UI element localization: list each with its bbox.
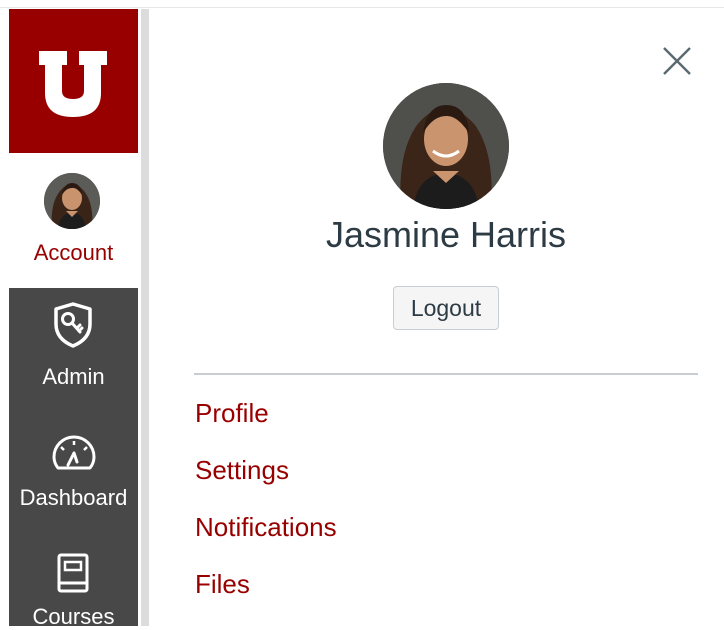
profile-avatar	[383, 83, 509, 209]
left-edge	[0, 8, 9, 626]
book-icon	[54, 553, 92, 600]
notifications-link[interactable]: Notifications	[195, 512, 337, 543]
profile-link[interactable]: Profile	[195, 398, 269, 429]
settings-link[interactable]: Settings	[195, 455, 289, 486]
nav-item-account[interactable]: Account	[9, 153, 138, 288]
nav-item-label: Dashboard	[19, 485, 128, 510]
nav-item-dashboard[interactable]: Dashboard	[9, 424, 138, 534]
block-u-logo-icon	[39, 51, 107, 117]
logout-button[interactable]: Logout	[393, 286, 499, 330]
divider	[194, 373, 698, 375]
nav-item-label: Courses	[32, 604, 115, 629]
speedometer-icon	[52, 435, 96, 476]
nav-item-courses[interactable]: Courses	[9, 547, 138, 629]
close-icon	[663, 47, 691, 75]
top-border	[0, 0, 724, 8]
nav-item-admin[interactable]: Admin	[9, 288, 138, 398]
nav-item-label: Account	[33, 240, 114, 265]
files-link[interactable]: Files	[195, 569, 250, 600]
user-name: Jasmine Harris	[325, 214, 567, 255]
shield-key-icon	[52, 302, 94, 353]
university-logo[interactable]	[9, 9, 138, 153]
global-navigation: Account Admin Dashboard Courses	[9, 9, 138, 629]
avatar	[44, 173, 100, 229]
nav-item-label: Admin	[42, 364, 105, 389]
tray-scrollbar[interactable]	[141, 9, 149, 626]
close-button[interactable]	[660, 44, 694, 78]
